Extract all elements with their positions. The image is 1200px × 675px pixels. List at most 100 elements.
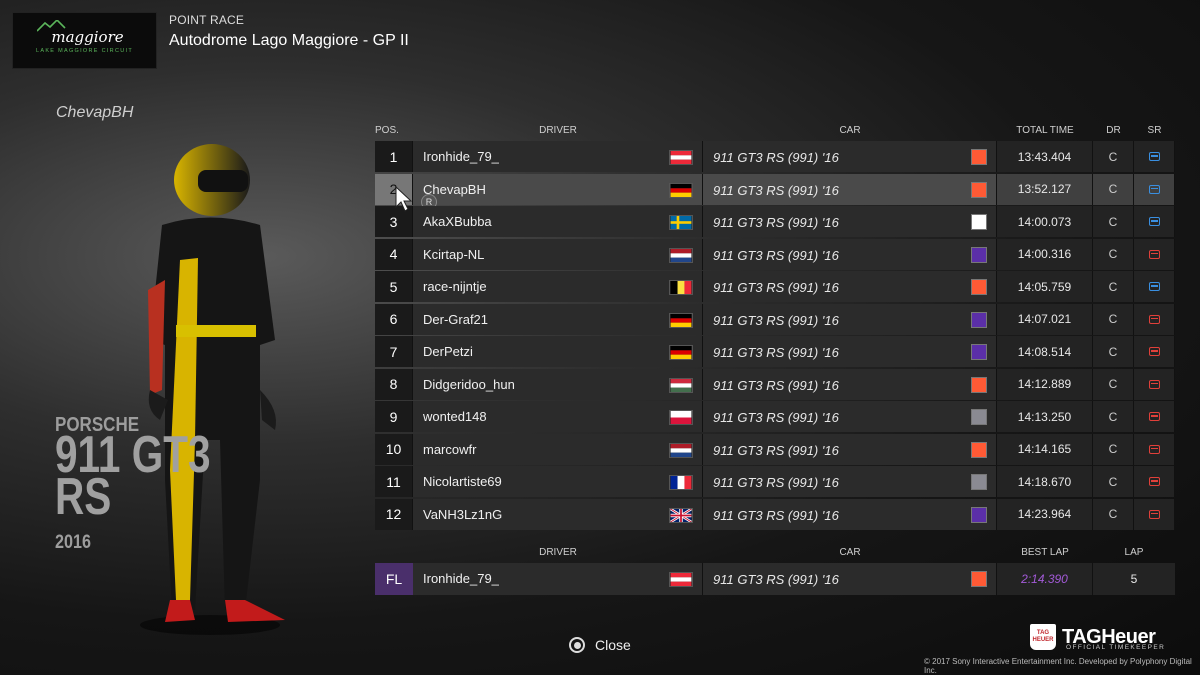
france-flag-icon (669, 475, 693, 490)
car-name: 911 GT3 RS (991) '16 (713, 247, 839, 263)
position: 11 (375, 466, 413, 497)
total-time: 14:12.889 (997, 368, 1093, 400)
sportsmanship-rating-icon (1148, 314, 1160, 324)
header-car: CAR (839, 125, 861, 136)
position: 8 (375, 368, 413, 400)
table-row[interactable]: 6 Der-Graf21 911 GT3 RS (991) '16 14:07.… (375, 303, 1175, 335)
race-name: Autodrome Lago Maggiore - GP II (169, 32, 409, 49)
germany-flag-icon (669, 345, 693, 360)
car-color-swatch (971, 279, 987, 295)
car-color-swatch (971, 311, 987, 328)
car-model: 911 GT3 RS (55, 429, 258, 523)
table-row[interactable]: 12 VaNH3Lz1nG 911 GT3 RS (991) '16 14:23… (375, 498, 1175, 530)
total-time: 14:00.073 (997, 206, 1093, 237)
circle-button-icon (569, 637, 585, 653)
car-color-swatch (971, 149, 987, 165)
header-driver: DRIVER (539, 125, 577, 136)
driver-name: Der-Graf21 (423, 311, 489, 327)
total-time: 13:52.127 (997, 173, 1093, 205)
sportsmanship-rating-icon (1148, 217, 1160, 226)
position: 12 (375, 498, 413, 530)
table-row[interactable]: 1 Ironhide_79_ 911 GT3 RS (991) '16 13:4… (375, 141, 1175, 172)
position: 5 (375, 271, 413, 302)
fl-header-driver: DRIVER (539, 547, 577, 558)
sportsmanship-rating-icon (1148, 379, 1160, 389)
player-name: ChevapBH (56, 104, 134, 121)
driver-rating: C (1093, 206, 1134, 237)
header-total-time: TOTAL TIME (1016, 125, 1074, 136)
total-time: 14:05.759 (997, 271, 1093, 302)
table-row[interactable]: 8 Didgeridoo_hun 911 GT3 RS (991) '16 14… (375, 368, 1175, 400)
driver-avatar (140, 144, 285, 635)
mountain-icon (37, 19, 66, 32)
sweden-flag-icon (669, 215, 693, 230)
driver-rating: C (1093, 401, 1134, 432)
fl-header-lap: LAP (1124, 547, 1144, 558)
header-pos: POS. (375, 125, 399, 136)
total-time: 14:07.021 (997, 303, 1093, 335)
driver-rating: C (1093, 238, 1134, 270)
table-row[interactable]: 11 Nicolartiste69 911 GT3 RS (991) '16 1… (375, 466, 1175, 497)
total-time: 14:00.316 (997, 238, 1093, 270)
close-button[interactable]: Close (569, 637, 631, 653)
table-row[interactable]: 9 wonted148 911 GT3 RS (991) '16 14:13.2… (375, 401, 1175, 432)
car-color-swatch (971, 344, 987, 360)
hungary-flag-icon (669, 377, 693, 393)
table-row[interactable]: 5 race-nijntje 911 GT3 RS (991) '16 14:0… (375, 271, 1175, 302)
car-color-swatch (971, 214, 987, 230)
table-row[interactable]: 10 marcowfr 911 GT3 RS (991) '16 14:14.1… (375, 433, 1175, 465)
track-logo-subtitle: LAKE MAGGIORE CIRCUIT (36, 47, 133, 54)
close-label: Close (595, 637, 631, 653)
table-row[interactable]: 4 Kcirtap-NL 911 GT3 RS (991) '16 14:00.… (375, 238, 1175, 270)
car-name: 911 GT3 RS (991) '16 (713, 215, 839, 230)
total-time: 14:08.514 (997, 336, 1093, 367)
fl-header-car: CAR (839, 547, 861, 558)
car-name: 911 GT3 RS (991) '16 (713, 182, 839, 198)
position: 7 (375, 336, 413, 367)
position: 1 (375, 141, 413, 172)
fastest-lap-driver: Ironhide_79_ (423, 571, 499, 586)
driver-name: race-nijntje (423, 279, 487, 294)
fastest-lap-row[interactable]: FL Ironhide_79_ 911 GT3 RS (991) '16 2:1… (375, 563, 1175, 595)
netherlands-flag-icon (669, 442, 693, 458)
car-color-swatch (971, 571, 987, 587)
car-year: 2016 (55, 532, 91, 553)
pointer-cursor-icon (395, 186, 413, 212)
race-type: POINT RACE (169, 13, 245, 27)
fastest-lap-badge: FL (375, 563, 413, 595)
germany-flag-icon (669, 312, 693, 328)
driver-rating: C (1093, 466, 1134, 497)
fastest-lap-number: 5 (1093, 563, 1175, 595)
driver-name: Ironhide_79_ (423, 149, 499, 164)
poland-flag-icon (669, 410, 693, 425)
car-name: 911 GT3 RS (991) '16 (713, 507, 839, 523)
total-time: 14:14.165 (997, 433, 1093, 465)
car-color-swatch (971, 246, 987, 263)
uk-flag-icon (669, 507, 693, 523)
sportsmanship-rating-icon (1148, 444, 1160, 454)
belgium-flag-icon (669, 280, 693, 295)
car-name: 911 GT3 RS (991) '16 (713, 377, 839, 393)
sportsmanship-rating-icon (1148, 509, 1160, 519)
driver-name: DerPetzi (423, 344, 473, 359)
driver-name: VaNH3Lz1nG (423, 506, 503, 522)
table-row[interactable]: 7 DerPetzi 911 GT3 RS (991) '16 14:08.51… (375, 336, 1175, 367)
car-name: 911 GT3 RS (991) '16 (713, 150, 839, 165)
table-row[interactable]: 3 AkaXBubba 911 GT3 RS (991) '16 14:00.0… (375, 206, 1175, 237)
total-time: 13:43.404 (997, 141, 1093, 172)
fastest-lap-car: 911 GT3 RS (991) '16 (713, 572, 839, 587)
driver-name: Kcirtap-NL (423, 246, 485, 262)
car-color-swatch (971, 409, 987, 425)
position: 10 (375, 433, 413, 465)
driver-rating: C (1093, 173, 1134, 205)
table-row[interactable]: 2 ChevapBH 911 GT3 RS (991) '16 13:52.12… (375, 173, 1175, 210)
total-time: 14:23.964 (997, 498, 1093, 530)
car-name: 911 GT3 RS (991) '16 (713, 475, 839, 490)
sportsmanship-rating-icon (1148, 282, 1160, 291)
track-logo: maggiore LAKE MAGGIORE CIRCUIT (12, 12, 157, 69)
driver-rating: C (1093, 336, 1134, 367)
car-name: 911 GT3 RS (991) '16 (713, 410, 839, 425)
position: 9 (375, 401, 413, 432)
car-name: 911 GT3 RS (991) '16 (713, 312, 839, 328)
driver-name: Nicolartiste69 (423, 474, 502, 489)
